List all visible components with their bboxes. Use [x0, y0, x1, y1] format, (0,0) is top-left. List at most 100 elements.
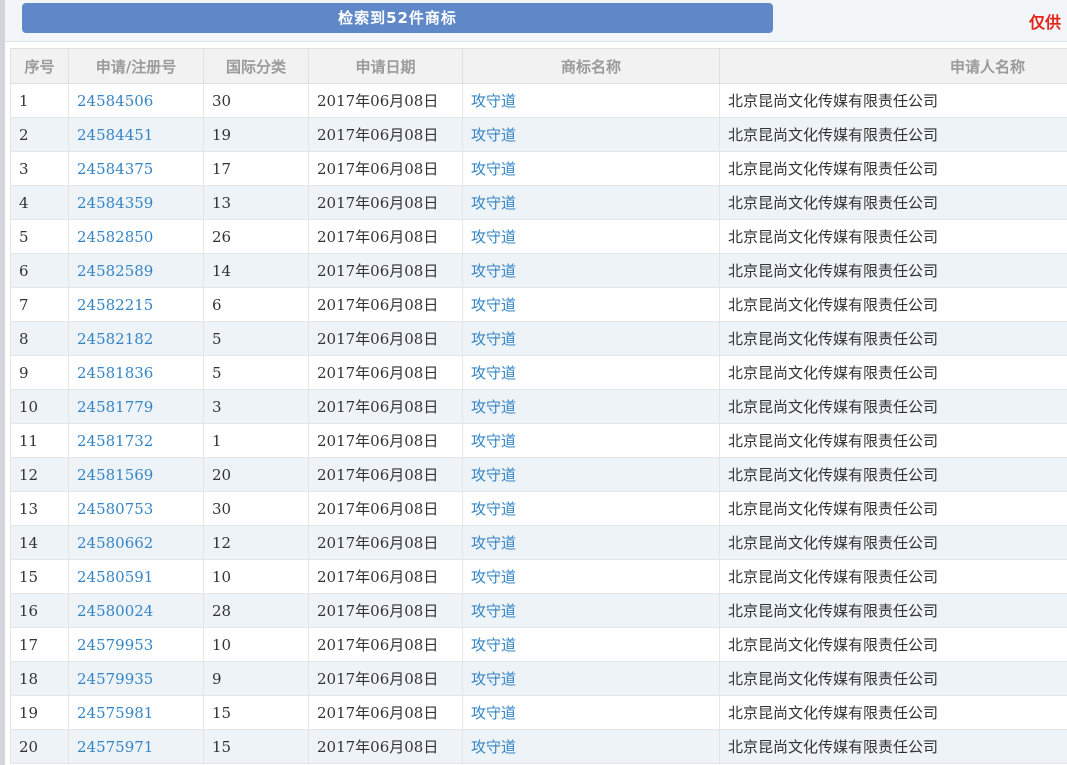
mark-name-link[interactable]: 攻守道 [471, 636, 516, 654]
cell-reg-number: 24584359 [69, 186, 204, 220]
reg-number-link[interactable]: 24580024 [77, 602, 153, 620]
cell-reg-number: 24581732 [69, 424, 204, 458]
mark-name-link[interactable]: 攻守道 [471, 670, 516, 688]
reg-number-link[interactable]: 24581732 [77, 432, 153, 450]
cell-reg-number: 24580591 [69, 560, 204, 594]
reg-number-link[interactable]: 24580753 [77, 500, 153, 518]
mark-name-link[interactable]: 攻守道 [471, 160, 516, 178]
table-row: 182457993592017年06月08日攻守道北京昆尚文化传媒有限责任公司 [11, 662, 1067, 696]
reg-number-link[interactable]: 24584451 [77, 126, 153, 144]
reg-number-link[interactable]: 24575971 [77, 738, 153, 756]
cell-date: 2017年06月08日 [309, 390, 463, 424]
mark-name-link[interactable]: 攻守道 [471, 568, 516, 586]
column-header-index: 序号 [11, 49, 69, 84]
table-row: 102458177932017年06月08日攻守道北京昆尚文化传媒有限责任公司 [11, 390, 1067, 424]
reg-number-link[interactable]: 24580591 [77, 568, 153, 586]
reg-number-link[interactable]: 24584506 [77, 92, 153, 110]
reg-number-link[interactable]: 24581569 [77, 466, 153, 484]
cell-applicant: 北京昆尚文化传媒有限责任公司 [720, 662, 1067, 696]
mark-name-link[interactable]: 攻守道 [471, 92, 516, 110]
cell-date: 2017年06月08日 [309, 118, 463, 152]
cell-index: 12 [11, 458, 69, 492]
table-row: 324584375172017年06月08日攻守道北京昆尚文化传媒有限责任公司 [11, 152, 1067, 186]
table-row: 1224581569202017年06月08日攻守道北京昆尚文化传媒有限责任公司 [11, 458, 1067, 492]
cell-reg-number: 24580024 [69, 594, 204, 628]
disclaimer-text: 仅供 [1029, 9, 1061, 33]
results-table-viewport: 序号 申请/注册号 国际分类 申请日期 商标名称 申请人名称 124584506… [10, 48, 1067, 764]
cell-mark-name: 攻守道 [463, 526, 720, 560]
cell-intl-class: 28 [204, 594, 309, 628]
reg-number-link[interactable]: 24575981 [77, 704, 153, 722]
table-body: 124584506302017年06月08日攻守道北京昆尚文化传媒有限责任公司2… [11, 84, 1067, 764]
cell-index: 7 [11, 288, 69, 322]
mark-name-link[interactable]: 攻守道 [471, 602, 516, 620]
results-table: 序号 申请/注册号 国际分类 申请日期 商标名称 申请人名称 124584506… [10, 48, 1067, 764]
cell-index: 11 [11, 424, 69, 458]
table-row: 124584506302017年06月08日攻守道北京昆尚文化传媒有限责任公司 [11, 84, 1067, 118]
cell-date: 2017年06月08日 [309, 322, 463, 356]
cell-applicant: 北京昆尚文化传媒有限责任公司 [720, 458, 1067, 492]
cell-applicant: 北京昆尚文化传媒有限责任公司 [720, 288, 1067, 322]
cell-index: 20 [11, 730, 69, 764]
mark-name-link[interactable]: 攻守道 [471, 364, 516, 382]
cell-mark-name: 攻守道 [463, 254, 720, 288]
cell-reg-number: 24581779 [69, 390, 204, 424]
cell-date: 2017年06月08日 [309, 628, 463, 662]
cell-applicant: 北京昆尚文化传媒有限责任公司 [720, 152, 1067, 186]
mark-name-link[interactable]: 攻守道 [471, 194, 516, 212]
cell-index: 6 [11, 254, 69, 288]
mark-name-link[interactable]: 攻守道 [471, 500, 516, 518]
cell-date: 2017年06月08日 [309, 730, 463, 764]
cell-applicant: 北京昆尚文化传媒有限责任公司 [720, 560, 1067, 594]
mark-name-link[interactable]: 攻守道 [471, 398, 516, 416]
cell-intl-class: 15 [204, 730, 309, 764]
reg-number-link[interactable]: 24582850 [77, 228, 153, 246]
reg-number-link[interactable]: 24580662 [77, 534, 153, 552]
cell-index: 5 [11, 220, 69, 254]
cell-date: 2017年06月08日 [309, 186, 463, 220]
cell-applicant: 北京昆尚文化传媒有限责任公司 [720, 594, 1067, 628]
cell-applicant: 北京昆尚文化传媒有限责任公司 [720, 424, 1067, 458]
mark-name-link[interactable]: 攻守道 [471, 432, 516, 450]
cell-reg-number: 24581836 [69, 356, 204, 390]
reg-number-link[interactable]: 24582182 [77, 330, 153, 348]
reg-number-link[interactable]: 24582589 [77, 262, 153, 280]
cell-mark-name: 攻守道 [463, 356, 720, 390]
cell-mark-name: 攻守道 [463, 186, 720, 220]
mark-name-link[interactable]: 攻守道 [471, 330, 516, 348]
cell-reg-number: 24579935 [69, 662, 204, 696]
cell-applicant: 北京昆尚文化传媒有限责任公司 [720, 254, 1067, 288]
mark-name-link[interactable]: 攻守道 [471, 704, 516, 722]
reg-number-link[interactable]: 24581836 [77, 364, 153, 382]
mark-name-link[interactable]: 攻守道 [471, 262, 516, 280]
reg-number-link[interactable]: 24579935 [77, 670, 153, 688]
result-count-banner: 检索到52件商标 [22, 3, 773, 33]
cell-index: 14 [11, 526, 69, 560]
table-row: 1924575981152017年06月08日攻守道北京昆尚文化传媒有限责任公司 [11, 696, 1067, 730]
cell-mark-name: 攻守道 [463, 322, 720, 356]
mark-name-link[interactable]: 攻守道 [471, 126, 516, 144]
cell-mark-name: 攻守道 [463, 288, 720, 322]
column-header-applicant: 申请人名称 [720, 49, 1067, 84]
mark-name-link[interactable]: 攻守道 [471, 296, 516, 314]
table-row: 1724579953102017年06月08日攻守道北京昆尚文化传媒有限责任公司 [11, 628, 1067, 662]
table-header-row: 序号 申请/注册号 国际分类 申请日期 商标名称 申请人名称 [11, 49, 1067, 84]
cell-applicant: 北京昆尚文化传媒有限责任公司 [720, 220, 1067, 254]
mark-name-link[interactable]: 攻守道 [471, 228, 516, 246]
cell-index: 4 [11, 186, 69, 220]
mark-name-link[interactable]: 攻守道 [471, 738, 516, 756]
cell-intl-class: 20 [204, 458, 309, 492]
mark-name-link[interactable]: 攻守道 [471, 534, 516, 552]
reg-number-link[interactable]: 24584375 [77, 160, 153, 178]
table-row: 82458218252017年06月08日攻守道北京昆尚文化传媒有限责任公司 [11, 322, 1067, 356]
cell-mark-name: 攻守道 [463, 560, 720, 594]
cell-reg-number: 24584451 [69, 118, 204, 152]
cell-mark-name: 攻守道 [463, 594, 720, 628]
reg-number-link[interactable]: 24581779 [77, 398, 153, 416]
reg-number-link[interactable]: 24579953 [77, 636, 153, 654]
cell-date: 2017年06月08日 [309, 560, 463, 594]
reg-number-link[interactable]: 24582215 [77, 296, 153, 314]
cell-index: 10 [11, 390, 69, 424]
reg-number-link[interactable]: 24584359 [77, 194, 153, 212]
mark-name-link[interactable]: 攻守道 [471, 466, 516, 484]
